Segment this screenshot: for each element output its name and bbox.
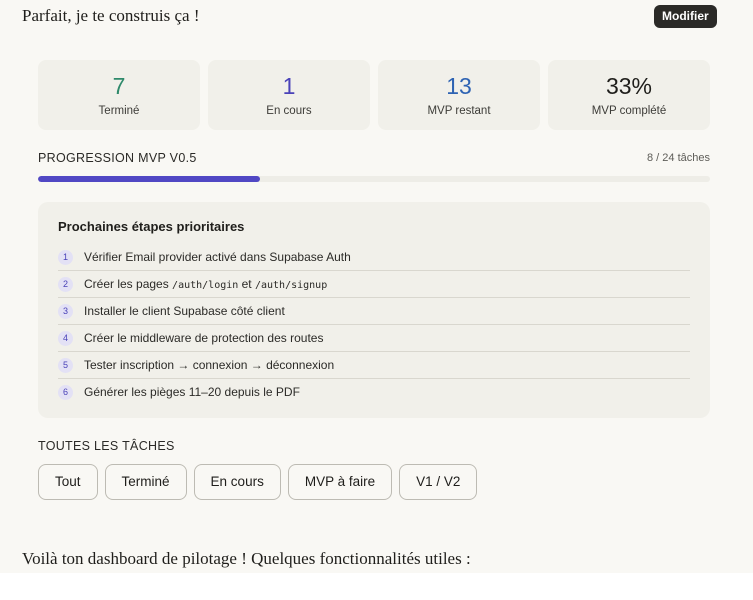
stat-value: 7 xyxy=(112,73,126,99)
stat-label: MVP restant xyxy=(427,105,491,117)
stat-card-mvp-remaining: 13 MVP restant xyxy=(378,60,540,130)
intro-message: Parfait, je te construis ça ! xyxy=(22,6,200,25)
chat-bottom-area xyxy=(0,573,753,600)
stat-card-in-progress: 1 En cours xyxy=(208,60,370,130)
stat-label: Terminé xyxy=(98,105,140,117)
stat-card-done: 7 Terminé xyxy=(38,60,200,130)
list-item: 2 Créer les pages /auth/login et /auth/s… xyxy=(58,271,690,298)
filter-mvp-todo-button[interactable]: MVP à faire xyxy=(287,464,393,500)
route-code: /auth/signup xyxy=(254,280,328,291)
stat-card-mvp-complete: 33% MVP complété xyxy=(548,60,710,130)
step-text: Installer le client Supabase côté client xyxy=(84,304,285,318)
stat-label: MVP complété xyxy=(591,105,667,117)
list-item: 3 Installer le client Supabase côté clie… xyxy=(58,298,690,325)
route-code: /auth/login xyxy=(172,280,239,291)
next-steps-title: Prochaines étapes prioritaires xyxy=(58,219,245,234)
list-item: 6 Générer les pièges 11–20 depuis le PDF xyxy=(58,379,690,405)
next-steps-list: 1 Vérifier Email provider activé dans Su… xyxy=(58,244,690,405)
stat-value: 33% xyxy=(605,73,653,99)
stats-row: 7 Terminé 1 En cours 13 MVP restant 33% … xyxy=(38,60,710,130)
step-text: Créer le middleware de protection des ro… xyxy=(84,331,324,345)
next-steps-panel: Prochaines étapes prioritaires 1 Vérifie… xyxy=(38,202,710,418)
list-item: 4 Créer le middleware de protection des … xyxy=(58,325,690,352)
step-text-part: et xyxy=(238,277,255,291)
progress-count: 8 / 24 tâches xyxy=(647,152,710,164)
edit-button[interactable]: Modifier xyxy=(654,5,717,28)
stat-value: 13 xyxy=(446,73,472,99)
filter-v1-v2-button[interactable]: V1 / V2 xyxy=(399,464,478,500)
step-number-badge: 2 xyxy=(58,276,73,292)
progress-bar-fill xyxy=(38,176,260,182)
step-text: Générer les pièges 11–20 depuis le PDF xyxy=(84,385,300,399)
step-number-badge: 6 xyxy=(58,384,73,400)
progress-bar xyxy=(38,176,710,182)
step-text-part: Créer les pages xyxy=(84,277,173,291)
stat-value: 1 xyxy=(282,73,296,99)
outro-message: Voilà ton dashboard de pilotage ! Quelqu… xyxy=(22,549,471,568)
filter-in-progress-button[interactable]: En cours xyxy=(193,464,281,500)
progress-title: PROGRESSION MVP V0.5 xyxy=(38,151,197,165)
step-text: Vérifier Email provider activé dans Supa… xyxy=(84,250,351,264)
stat-label: En cours xyxy=(266,105,312,117)
all-tasks-title: TOUTES LES TÂCHES xyxy=(38,439,175,453)
step-text: Créer les pages /auth/login et /auth/sig… xyxy=(84,277,327,291)
filter-all-button[interactable]: Tout xyxy=(38,464,98,500)
step-number-badge: 5 xyxy=(58,357,73,373)
filter-done-button[interactable]: Terminé xyxy=(104,464,187,500)
step-number-badge: 4 xyxy=(58,330,73,346)
step-text: Tester inscription → connexion → déconne… xyxy=(84,358,335,372)
step-number-badge: 1 xyxy=(58,249,73,265)
list-item: 1 Vérifier Email provider activé dans Su… xyxy=(58,244,690,271)
step-number-badge: 3 xyxy=(58,303,73,319)
list-item: 5 Tester inscription → connexion → décon… xyxy=(58,352,690,379)
task-filter-bar: Tout Terminé En cours MVP à faire V1 / V… xyxy=(38,464,478,500)
